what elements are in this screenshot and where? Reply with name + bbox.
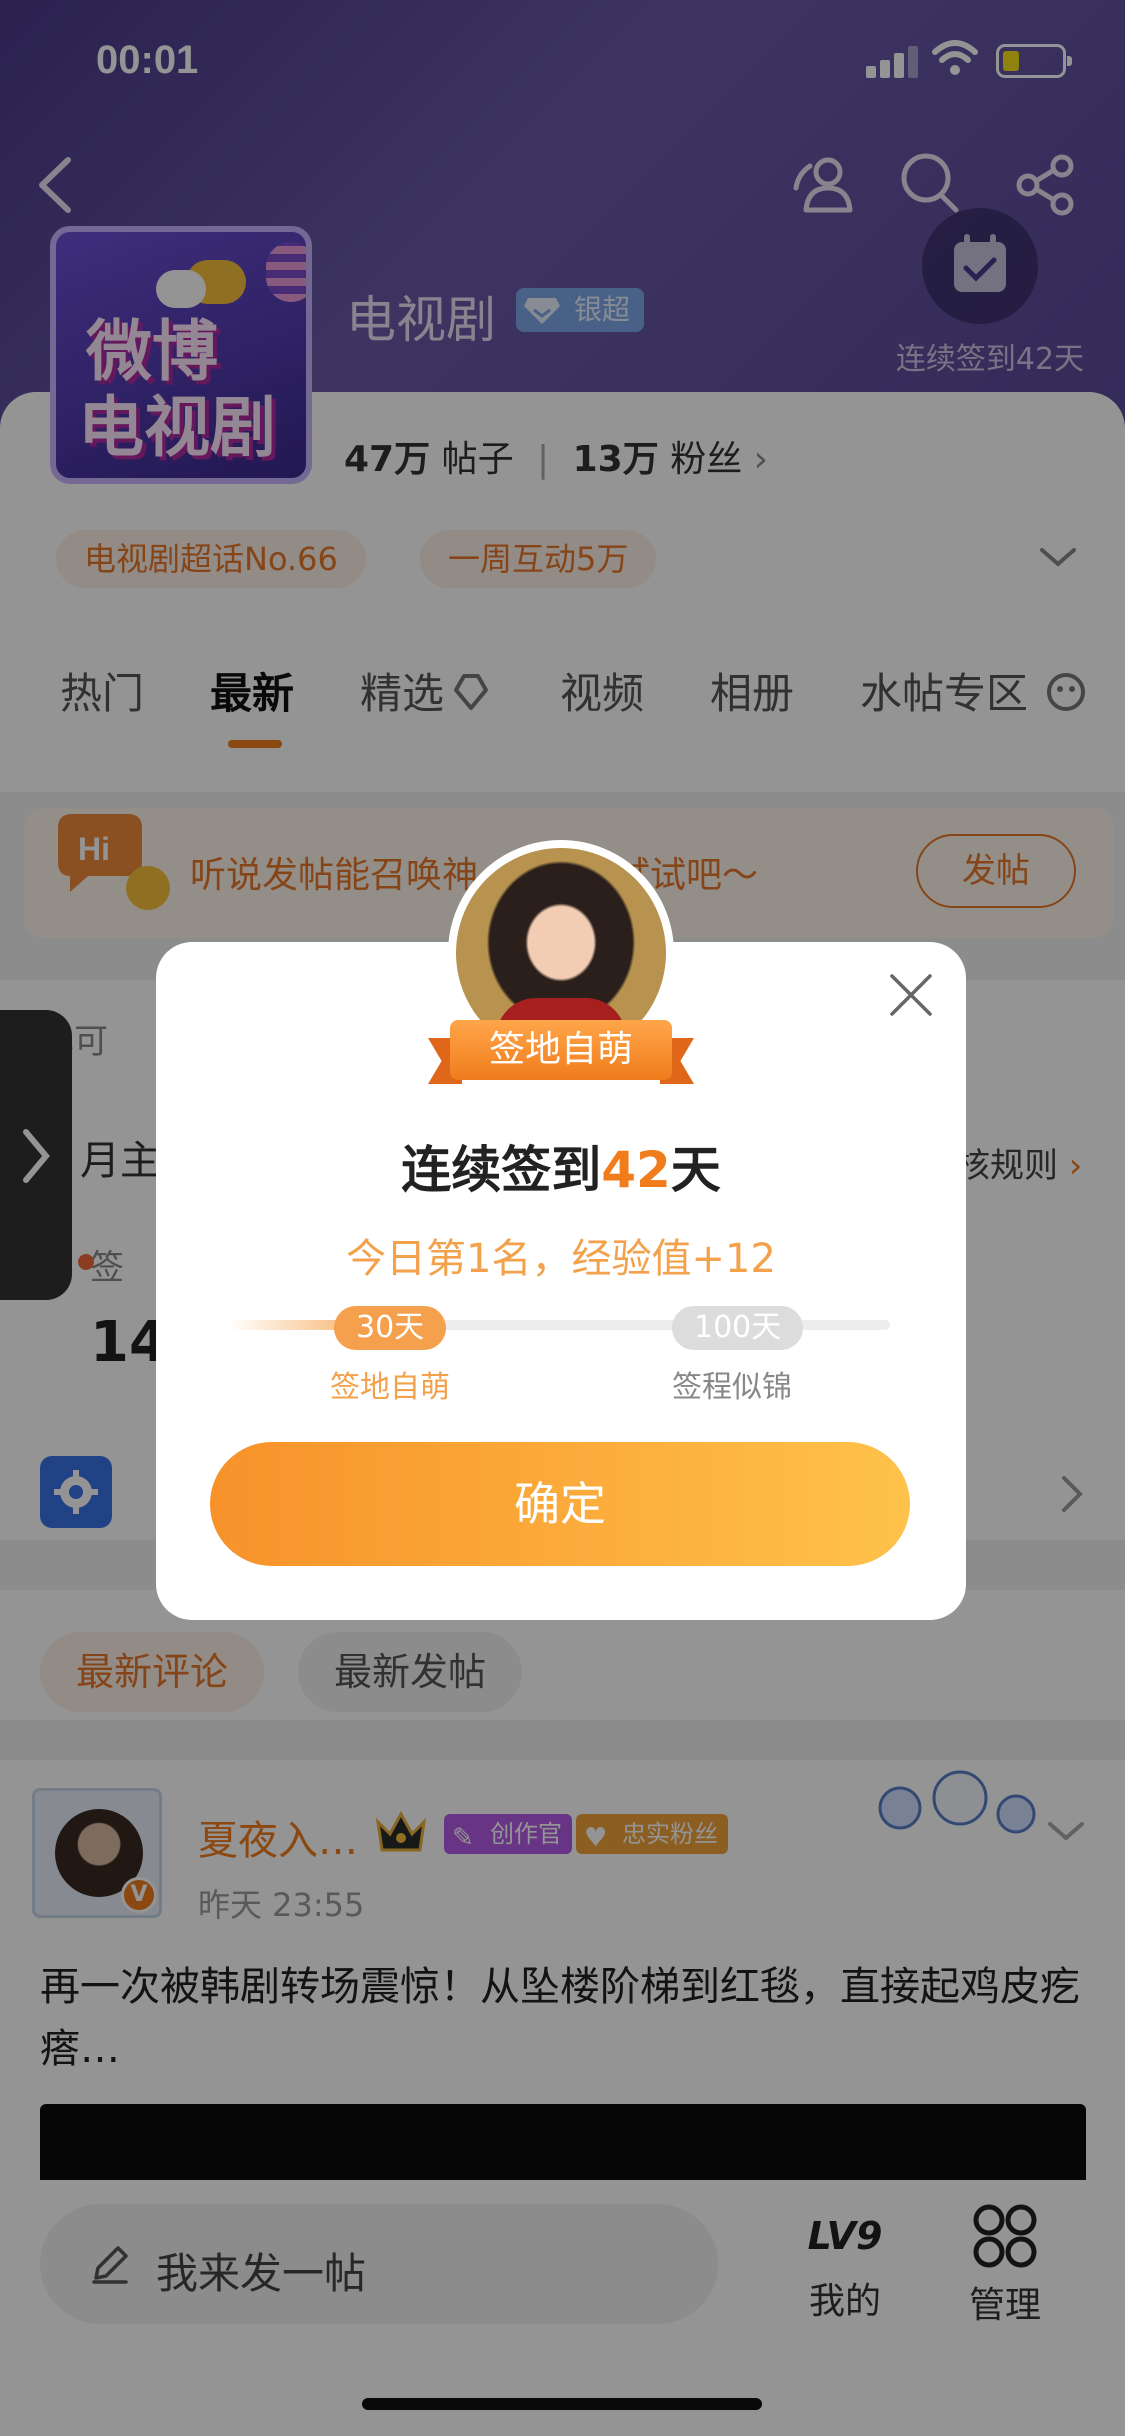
milestone-30-badge: 30天	[334, 1306, 447, 1350]
modal-title-suffix: 天	[670, 1141, 721, 1199]
close-icon[interactable]	[886, 970, 936, 1020]
modal-subtitle: 今日第1名，经验值+12	[346, 1236, 776, 1282]
title-ribbon: 签地自萌	[428, 1020, 694, 1084]
milestone-100-label: 签程似锦	[672, 1370, 792, 1405]
milestone-30-label: 签地自萌	[330, 1370, 450, 1405]
confirm-button[interactable]: 确定	[210, 1442, 910, 1566]
modal-title-prefix: 连续签到	[401, 1141, 602, 1199]
ribbon-label: 签地自萌	[450, 1020, 672, 1080]
modal-title: 连续签到42天	[156, 1130, 966, 1202]
streak-days: 42	[601, 1141, 671, 1199]
milestone-100-badge: 100天	[672, 1306, 804, 1350]
